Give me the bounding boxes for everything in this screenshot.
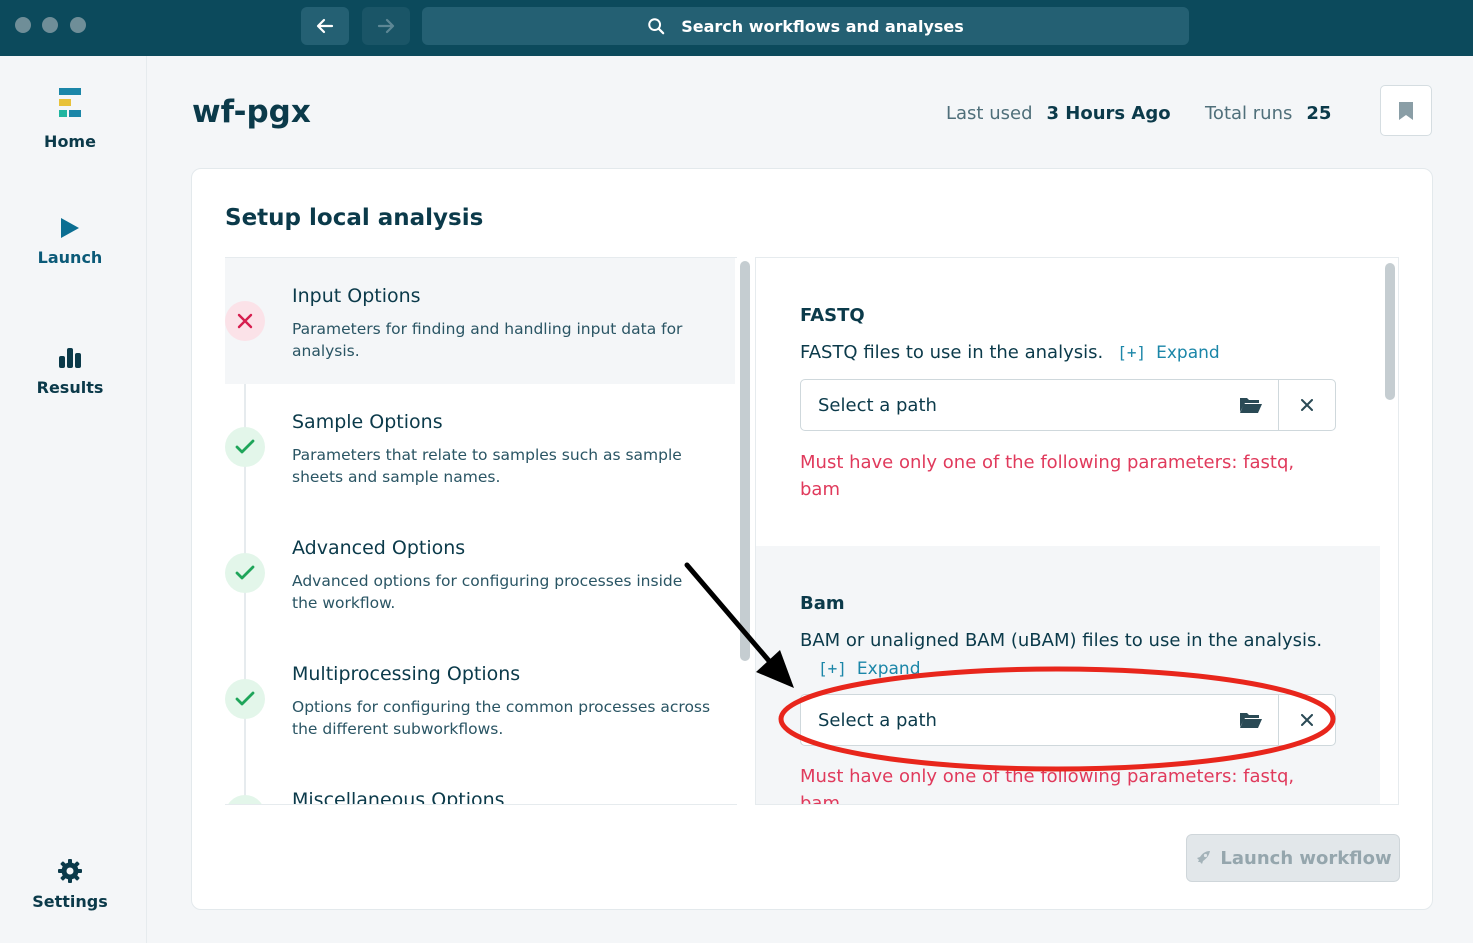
error-status-icon: [225, 301, 265, 341]
step-desc: Parameters for finding and handling inpu…: [292, 320, 683, 360]
success-status-icon: [225, 553, 265, 593]
folder-open-icon: [1239, 713, 1262, 728]
check-icon: [235, 691, 255, 706]
params-scrollbar[interactable]: [1385, 263, 1395, 400]
total-runs-value: 25: [1306, 103, 1332, 124]
expand-label: Expand: [856, 659, 921, 679]
back-button[interactable]: [301, 7, 349, 45]
step-desc: Options for configuring the common proce…: [292, 698, 711, 738]
step-advanced-options[interactable]: Advanced Options Advanced options for co…: [225, 510, 735, 636]
clear-path-button[interactable]: [1279, 695, 1335, 745]
last-used: Last used 3 Hours Ago: [946, 103, 1171, 124]
search-placeholder: Search workflows and analyses: [681, 16, 964, 36]
search-bar[interactable]: Search workflows and analyses: [422, 7, 1189, 45]
bookmark-button[interactable]: [1380, 85, 1432, 136]
sidebar: Home Launch Results Settings: [0, 56, 147, 943]
step-title: Multiprocessing Options: [292, 663, 521, 685]
step-title: Input Options: [292, 285, 421, 307]
param-error: Must have only one of the following para…: [800, 766, 1295, 805]
step-sample-options[interactable]: Sample Options Parameters that relate to…: [225, 384, 735, 510]
window-zoom-dot[interactable]: [70, 17, 86, 33]
sidebar-item-results[interactable]: Results: [0, 346, 140, 397]
success-status-icon: [225, 427, 265, 467]
step-miscellaneous-options[interactable]: Miscellaneous Options: [225, 762, 735, 805]
sidebar-item-home[interactable]: Home: [0, 88, 140, 151]
arrow-right-icon: [377, 18, 395, 34]
step-desc: Parameters that relate to samples such a…: [292, 446, 682, 486]
window-close-dot[interactable]: [15, 17, 31, 33]
last-used-label: Last used: [946, 103, 1033, 124]
param-fastq: FASTQ FASTQ files to use in the analysis…: [756, 258, 1380, 546]
step-title: Advanced Options: [292, 537, 466, 559]
sidebar-item-label: Launch: [37, 248, 103, 267]
card-title: Setup local analysis: [225, 205, 484, 231]
last-used-value: 3 Hours Ago: [1046, 103, 1171, 124]
param-name: Bam: [800, 593, 845, 614]
expand-link[interactable]: [+] Expand: [818, 659, 921, 679]
browse-folder-button[interactable]: [1223, 380, 1279, 430]
check-icon: [235, 439, 255, 454]
steps-list: Input Options Parameters for finding and…: [225, 257, 737, 805]
rocket-icon: [1197, 851, 1211, 864]
step-desc: Advanced options for configuring process…: [292, 572, 683, 612]
bam-path-input[interactable]: Select a path: [800, 694, 1336, 746]
page-title: wf-pgx: [192, 94, 311, 130]
step-title: Miscellaneous Options: [292, 789, 505, 805]
epi2me-logo-icon: [59, 88, 81, 117]
play-icon: [61, 218, 79, 238]
clear-path-button[interactable]: [1279, 380, 1335, 430]
step-input-options[interactable]: Input Options Parameters for finding and…: [225, 258, 735, 384]
param-desc-text: FASTQ files to use in the analysis.: [800, 342, 1104, 363]
expand-bracket: [+]: [1117, 343, 1147, 362]
search-icon: [648, 18, 665, 35]
total-runs: Total runs 25: [1205, 103, 1331, 124]
expand-bracket: [+]: [818, 659, 847, 678]
path-placeholder: Select a path: [818, 394, 937, 416]
launch-workflow-button[interactable]: Launch workflow: [1186, 834, 1400, 882]
fastq-path-input[interactable]: Select a path: [800, 379, 1336, 431]
setup-card: Setup local analysis Input Options Param…: [191, 168, 1433, 910]
close-x-icon: [237, 313, 253, 329]
bookmark-icon: [1399, 101, 1413, 120]
step-title: Sample Options: [292, 411, 443, 433]
window-minimize-dot[interactable]: [42, 17, 58, 33]
steps-scrollbar[interactable]: [740, 261, 750, 661]
param-desc: BAM or unaligned BAM (uBAM) files to use…: [800, 627, 1398, 683]
sidebar-item-label: Settings: [32, 892, 108, 911]
sidebar-item-label: Results: [36, 378, 104, 397]
launch-label: Launch workflow: [1220, 847, 1392, 869]
success-status-icon: [225, 795, 265, 804]
check-icon: [235, 565, 255, 580]
param-desc: FASTQ files to use in the analysis. [+] Ex…: [800, 339, 1360, 367]
success-status-icon: [225, 679, 265, 719]
sidebar-item-label: Home: [44, 132, 96, 151]
path-placeholder: Select a path: [818, 709, 937, 731]
sidebar-item-launch[interactable]: Launch: [0, 216, 140, 267]
title-bar: Search workflows and analyses: [0, 0, 1473, 56]
expand-link[interactable]: [+] Expand: [1117, 343, 1220, 363]
params-panel: FASTQ FASTQ files to use in the analysis…: [755, 257, 1399, 805]
bar-chart-icon: [59, 348, 81, 368]
total-runs-label: Total runs: [1205, 103, 1293, 124]
folder-open-icon: [1239, 398, 1262, 413]
param-desc-text: BAM or unaligned BAM (uBAM) files to use…: [800, 630, 1323, 651]
forward-button[interactable]: [362, 7, 410, 45]
param-bam: Bam BAM or unaligned BAM (uBAM) files to…: [756, 546, 1380, 805]
close-icon: [1301, 399, 1313, 411]
param-error: Must have only one of the following para…: [800, 452, 1295, 500]
browse-folder-button[interactable]: [1223, 695, 1279, 745]
gear-icon: [58, 859, 82, 883]
arrow-left-icon: [316, 18, 334, 34]
step-multiprocessing-options[interactable]: Multiprocessing Options Options for conf…: [225, 636, 735, 762]
close-icon: [1301, 714, 1313, 726]
sidebar-item-settings[interactable]: Settings: [0, 858, 140, 911]
expand-label: Expand: [1156, 343, 1220, 363]
param-name: FASTQ: [800, 305, 865, 326]
